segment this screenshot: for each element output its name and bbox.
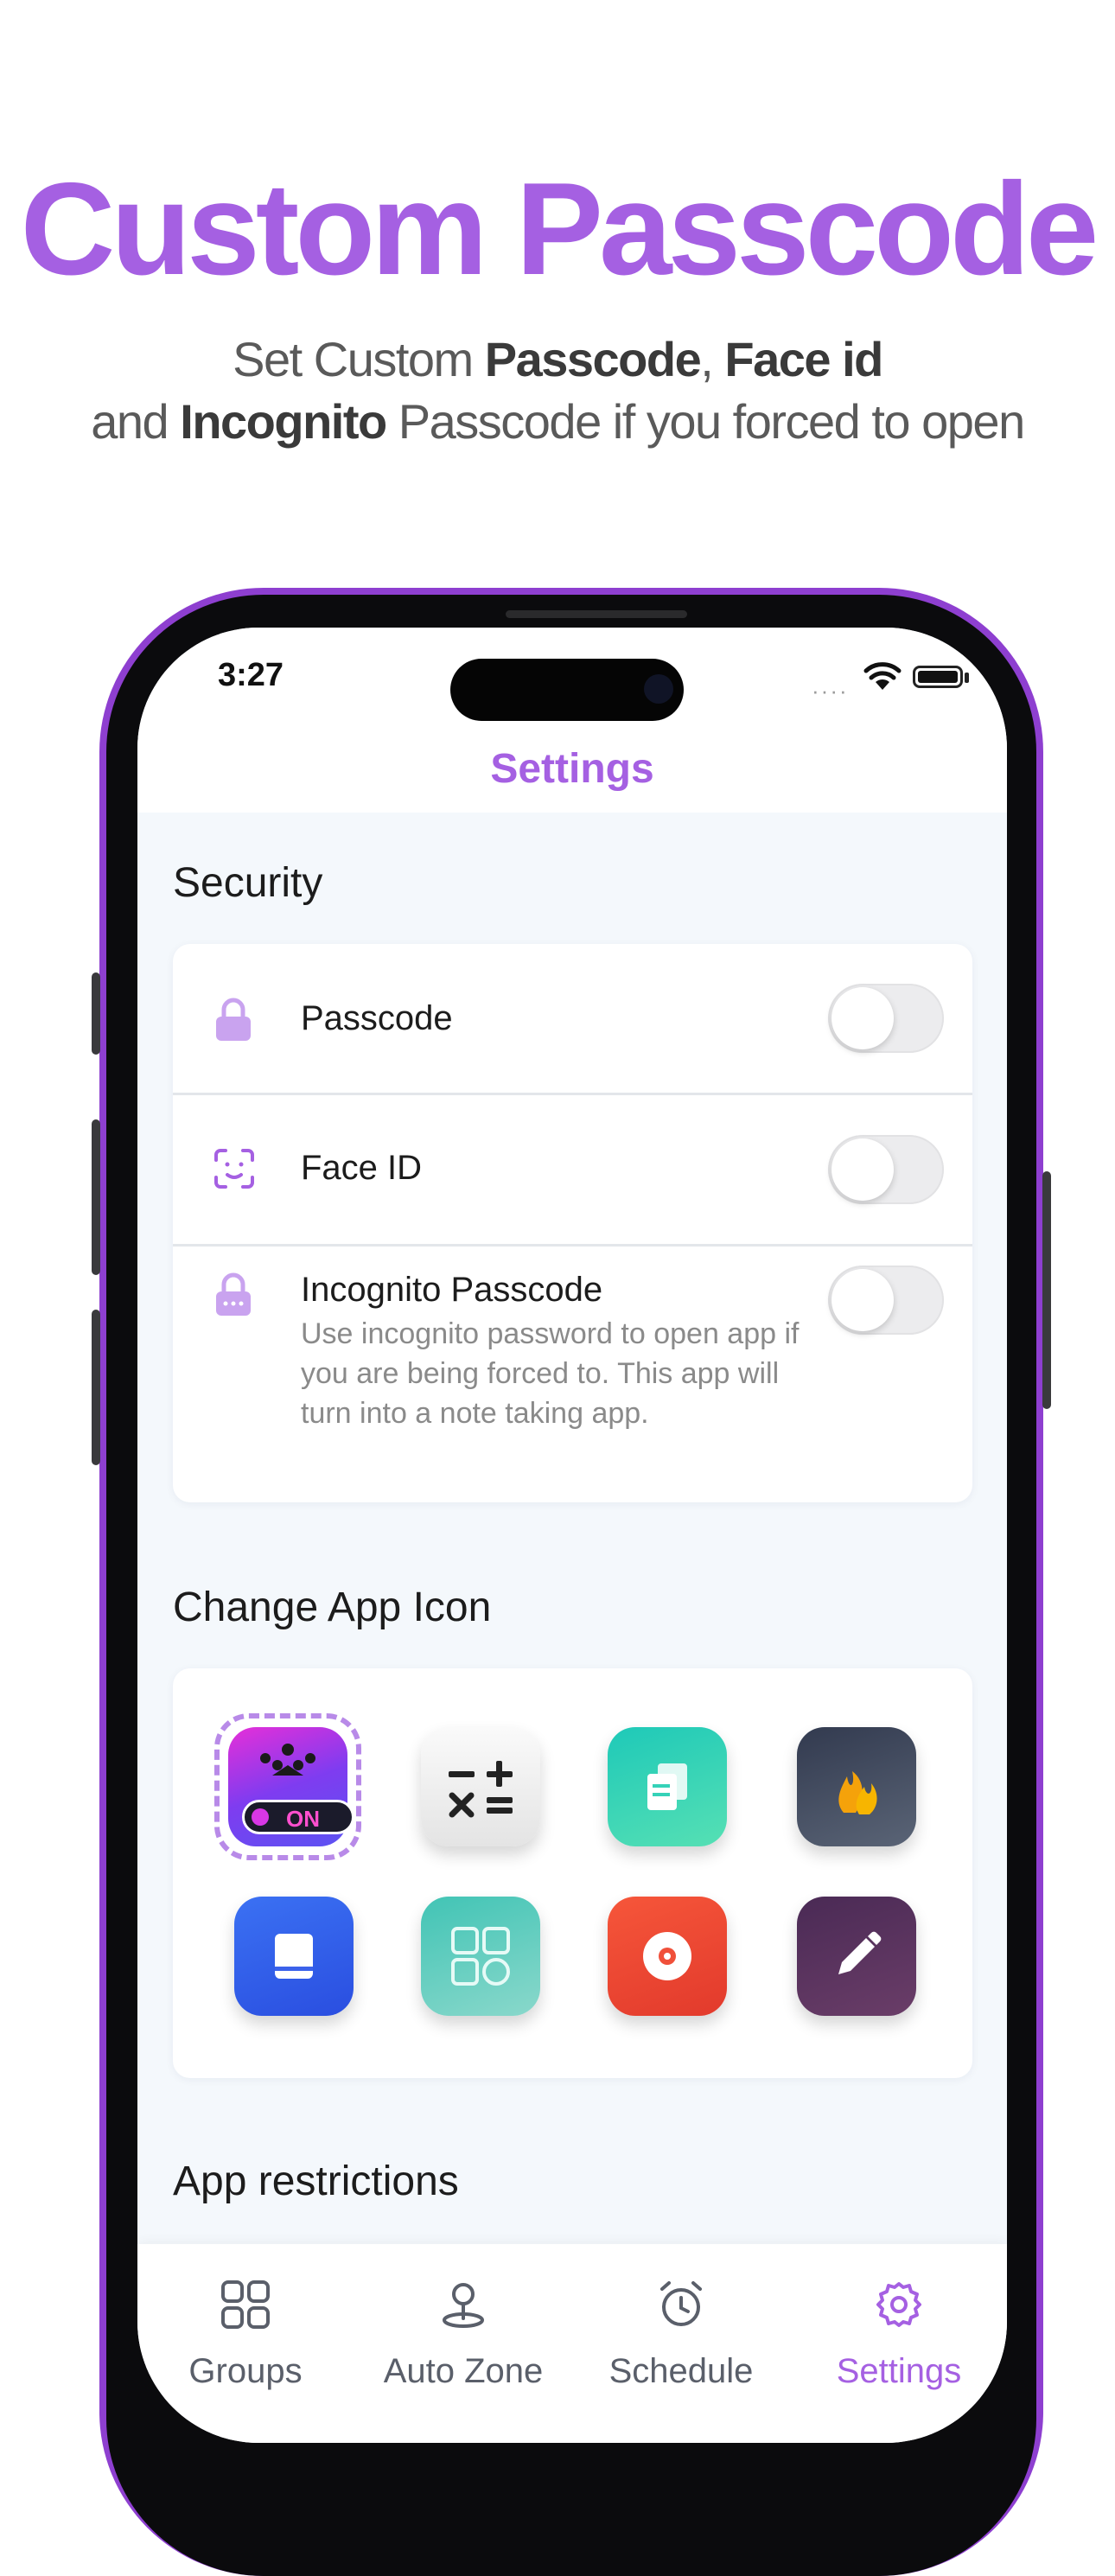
notes-pencil-icon[interactable] [797, 1897, 916, 2016]
default-app-icon[interactable]: ON [228, 1727, 354, 1846]
status-time: 3:27 [218, 657, 284, 693]
tab-settings[interactable]: Settings [791, 2244, 1007, 2443]
tab-label: Groups [188, 2352, 303, 2390]
passcode-label: Passcode [301, 999, 453, 1037]
battery-cap [965, 673, 969, 683]
tab-groups[interactable]: Groups [137, 2244, 354, 2443]
side-button-power [1042, 1171, 1051, 1409]
lock-icon [216, 998, 251, 1041]
flame-icon[interactable] [797, 1727, 916, 1846]
tab-bar: Groups Auto Zone Schedule Settings [137, 2244, 1007, 2443]
gear-icon [876, 2282, 921, 2327]
subtitle-bold-incognito: Incognito [180, 394, 387, 449]
disc-glyph-icon [643, 1932, 691, 1980]
side-button-silent [92, 972, 100, 1055]
face-id-row[interactable]: Face ID [173, 1095, 972, 1244]
side-button-volume-up [92, 1119, 100, 1275]
on-badge: ON [242, 1800, 354, 1834]
incognito-lock-icon [216, 1272, 251, 1316]
battery-icon [913, 666, 963, 688]
pencil-glyph-icon [838, 1931, 882, 1974]
on-badge-label: ON [286, 1806, 320, 1832]
section-title-security: Security [173, 860, 323, 906]
subtitle-text: Set Custom [233, 332, 485, 386]
tab-auto-zone[interactable]: Auto Zone [355, 2244, 571, 2443]
incognito-passcode-label: Incognito Passcode [301, 1271, 603, 1309]
music-disc-icon[interactable] [608, 1897, 727, 2016]
documents-icon[interactable] [608, 1727, 727, 1846]
passcode-toggle[interactable] [828, 984, 944, 1053]
wifi-icon [863, 662, 902, 690]
tab-label: Settings [836, 2352, 962, 2390]
tab-label: Schedule [608, 2352, 754, 2390]
crown-dots-icon [260, 1744, 315, 1776]
speaker-grille [506, 610, 687, 618]
book-glyph-icon [275, 1934, 313, 1979]
dynamic-island [450, 659, 684, 721]
toggle-knob [831, 1269, 894, 1331]
toggle-knob [831, 1138, 894, 1201]
copy-docs-icon [647, 1763, 687, 1810]
marketing-subtitle-line1: Set Custom Passcode, Face id [0, 328, 1115, 391]
marketing-headline: Custom Passcode [20, 156, 1099, 303]
section-title-app-icon: Change App Icon [173, 1584, 492, 1630]
badge-dot [252, 1808, 269, 1826]
groups-grid-icon [221, 2280, 270, 2329]
book-icon[interactable] [234, 1897, 354, 2016]
subtitle-text: Passcode if you forced to open [385, 394, 1025, 449]
camera-icon [644, 674, 673, 704]
nav-title: Settings [490, 746, 654, 792]
battery-fill [918, 671, 958, 683]
marketing-subtitle-line2: and Incognito Passcode if you forced to … [0, 391, 1115, 453]
passcode-row[interactable]: Passcode [173, 944, 972, 1093]
app-icon-card: ON [173, 1668, 972, 2078]
incognito-passcode-row[interactable]: Incognito Passcode Use incognito passwor… [173, 1247, 972, 1502]
side-button-volume-down [92, 1310, 100, 1465]
calculator-symbols-icon [449, 1761, 513, 1818]
toggle-knob [831, 987, 894, 1049]
face-id-toggle[interactable] [828, 1135, 944, 1204]
security-card: Passcode Face ID Incognito Passcode Use … [173, 944, 972, 1502]
location-pin-icon [443, 2283, 484, 2328]
phone-screen: 3:27 ···· Settings Security Passcode Fac… [137, 628, 1007, 2443]
subtitle-text: , [700, 332, 725, 386]
calculator-icon[interactable] [421, 1727, 540, 1846]
tab-label: Auto Zone [383, 2352, 544, 2390]
widget-grid-icon [451, 1927, 510, 1986]
top-bar: 3:27 ···· Settings [137, 628, 1007, 813]
alarm-clock-icon [660, 2281, 702, 2326]
subtitle-bold-passcode: Passcode [484, 332, 702, 386]
incognito-passcode-toggle[interactable] [828, 1266, 944, 1335]
face-id-icon [214, 1149, 254, 1189]
widgets-icon[interactable] [421, 1897, 540, 2016]
subtitle-text: and [91, 394, 181, 449]
flame-glyph-icon [838, 1771, 877, 1814]
incognito-passcode-description: Use incognito password to open app if yo… [301, 1317, 800, 1430]
face-id-label: Face ID [301, 1149, 423, 1187]
section-title-app-restrictions: App restrictions [173, 2158, 459, 2204]
subtitle-bold-faceid: Face id [724, 332, 883, 386]
cellular-signal-icon: ···· [812, 678, 849, 704]
tab-schedule[interactable]: Schedule [573, 2244, 789, 2443]
